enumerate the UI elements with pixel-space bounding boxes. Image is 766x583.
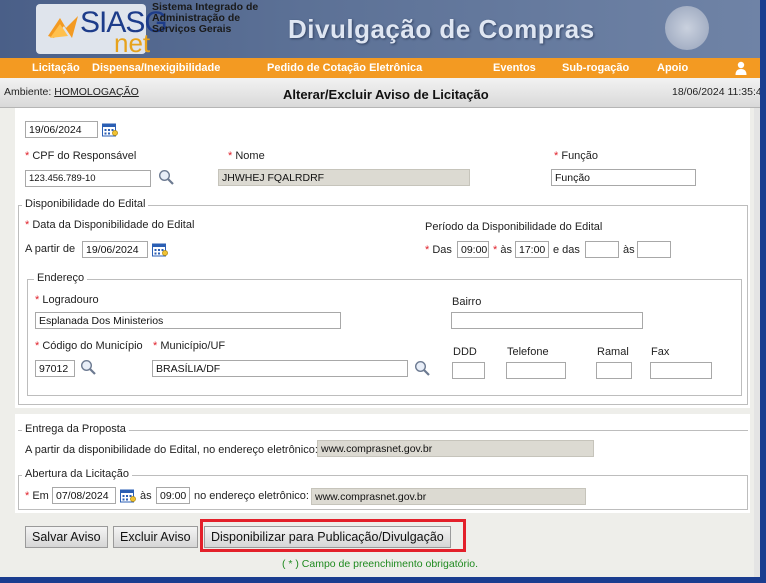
entrega-url-field: www.comprasnet.gov.br xyxy=(317,440,594,457)
endereco-legend: Endereço xyxy=(34,272,88,284)
logradouro-label-text: Logradouro xyxy=(42,294,99,306)
required-footnote: ( * ) Campo de preenchimento obrigatório… xyxy=(281,558,479,570)
menu-item-apoio[interactable]: Apoio xyxy=(657,62,688,74)
disponibilidade-legend: Disponibilidade do Edital xyxy=(22,198,149,210)
a-partir-label: A partir de xyxy=(25,243,76,255)
codigo-municipio-label: * Código do Município xyxy=(35,340,143,352)
highlight-box xyxy=(200,519,466,552)
e-das-time-input[interactable] xyxy=(585,241,619,258)
banner-title: Divulgação de Compras xyxy=(288,14,595,44)
ddd-input[interactable] xyxy=(452,362,485,379)
em-label-text: Em xyxy=(32,490,49,502)
salvar-aviso-button[interactable]: Salvar Aviso xyxy=(25,526,108,548)
search-icon[interactable] xyxy=(80,359,96,375)
content-area: 19/06/2024 * CPF do Responsável * Nome *… xyxy=(0,108,760,577)
funcao-label-text: Função xyxy=(561,150,599,162)
municipio-label: * Município/UF xyxy=(153,340,225,352)
menu-item-sub-rogacao[interactable]: Sub-rogação xyxy=(562,62,629,74)
municipio-input[interactable]: BRASÍLIA/DF xyxy=(152,360,408,377)
calendar-icon[interactable] xyxy=(120,488,136,503)
data-disponibilidade-label-text: Data da Disponibilidade do Edital xyxy=(32,219,195,231)
abertura-url-field: www.comprasnet.gov.br xyxy=(311,488,586,505)
ramal-input[interactable] xyxy=(596,362,632,379)
ddd-label: DDD xyxy=(453,346,477,358)
app-window: SIASG net Sistema Integrado de Administr… xyxy=(0,0,766,583)
page-title: Alterar/Excluir Aviso de Licitação xyxy=(283,87,489,102)
codigo-municipio-input[interactable]: 97012 xyxy=(35,360,75,377)
as-label: * às xyxy=(493,244,512,256)
periodo-label: Período da Disponibilidade do Edital xyxy=(425,221,603,233)
das-label: * Das xyxy=(425,244,452,256)
calendar-icon[interactable] xyxy=(102,122,118,137)
cpf-label: * CPF do Responsável xyxy=(25,150,136,162)
excluir-aviso-button[interactable]: Excluir Aviso xyxy=(113,526,198,548)
funcao-label: * Função xyxy=(554,150,598,162)
fax-input[interactable] xyxy=(650,362,712,379)
bairro-label: Bairro xyxy=(452,296,482,308)
header-banner: SIASG net Sistema Integrado de Administr… xyxy=(0,0,760,58)
search-icon[interactable] xyxy=(414,360,430,376)
as2-time-input[interactable] xyxy=(637,241,671,258)
menu-item-pedido-cotacao[interactable]: Pedido de Cotação Eletrônica xyxy=(267,62,422,74)
das-label-text: Das xyxy=(432,244,452,256)
bairro-input[interactable] xyxy=(451,312,643,329)
menu-item-dispensa[interactable]: Dispensa/Inexigibilidade xyxy=(92,62,220,74)
endereco-fieldset xyxy=(27,279,742,396)
fax-label: Fax xyxy=(651,346,670,358)
menu-item-eventos[interactable]: Eventos xyxy=(493,62,536,74)
environment-value: HOMOLOGAÇÃO xyxy=(54,86,139,98)
entrega-legend: Entrega da Proposta xyxy=(22,423,129,435)
cpf-label-text: CPF do Responsável xyxy=(32,150,137,162)
abertura-time-input[interactable]: 09:00 xyxy=(156,487,190,504)
ramal-label: Ramal xyxy=(597,346,629,358)
search-icon[interactable] xyxy=(158,169,174,185)
siasg-logo-icon xyxy=(48,16,78,38)
environment-label: Ambiente: HOMOLOGAÇÃO xyxy=(4,86,139,98)
logradouro-input[interactable]: Esplanada Dos Ministerios xyxy=(35,312,341,329)
municipio-label-text: Município/UF xyxy=(160,340,226,352)
telefone-input[interactable] xyxy=(506,362,566,379)
telefone-label: Telefone xyxy=(507,346,549,358)
das-time-input[interactable]: 09:00 xyxy=(457,241,489,258)
user-icon[interactable] xyxy=(735,61,747,75)
em-label: * Em xyxy=(25,490,49,502)
abertura-legend: Abertura da Licitação xyxy=(22,468,132,480)
logo-subtitle: Sistema Integrado de Administração de Se… xyxy=(152,2,272,35)
logradouro-label: * Logradouro xyxy=(35,294,99,306)
calendar-icon[interactable] xyxy=(152,242,168,257)
brasao-crest-icon xyxy=(665,6,709,50)
cpf-input[interactable]: 123.456.789-10 xyxy=(25,170,151,187)
codigo-municipio-label-text: Código do Município xyxy=(42,340,143,352)
nome-label: * Nome xyxy=(228,150,265,162)
a-partir-date-input[interactable]: 19/06/2024 xyxy=(82,241,148,258)
as-label-text: às xyxy=(500,244,512,256)
as2-label: às xyxy=(623,244,635,256)
menu-item-licitacao[interactable]: Licitação xyxy=(32,62,80,74)
main-menu: Licitação Dispensa/Inexigibilidade Pedid… xyxy=(0,58,760,78)
abertura-endereco-label: no endereço eletrônico: xyxy=(194,490,309,502)
logo-subtitle-line: Serviços Gerais xyxy=(152,23,232,35)
nome-input: JHWHEJ FQALRDRF xyxy=(218,169,470,186)
environment-bar: Ambiente: HOMOLOGAÇÃO Alterar/Excluir Av… xyxy=(0,78,760,108)
nome-label-text: Nome xyxy=(235,150,265,162)
current-datetime: 18/06/2024 11:35:4 xyxy=(672,86,762,98)
abertura-date-input[interactable]: 07/08/2024 xyxy=(52,487,116,504)
data-disponibilidade-label: * Data da Disponibilidade do Edital xyxy=(25,219,194,231)
vertical-scrollbar[interactable] xyxy=(754,108,760,577)
environment-label-text: Ambiente: xyxy=(4,86,55,98)
entrega-text: A partir da disponibilidade do Edital, n… xyxy=(25,444,318,456)
e-das-label: e das xyxy=(553,244,580,256)
date-field[interactable]: 19/06/2024 xyxy=(25,121,98,138)
abertura-as-label: às xyxy=(140,490,152,502)
funcao-input[interactable]: Função xyxy=(551,169,696,186)
as-time-input[interactable]: 17:00 xyxy=(515,241,549,258)
logo-net-text: net xyxy=(114,28,151,58)
